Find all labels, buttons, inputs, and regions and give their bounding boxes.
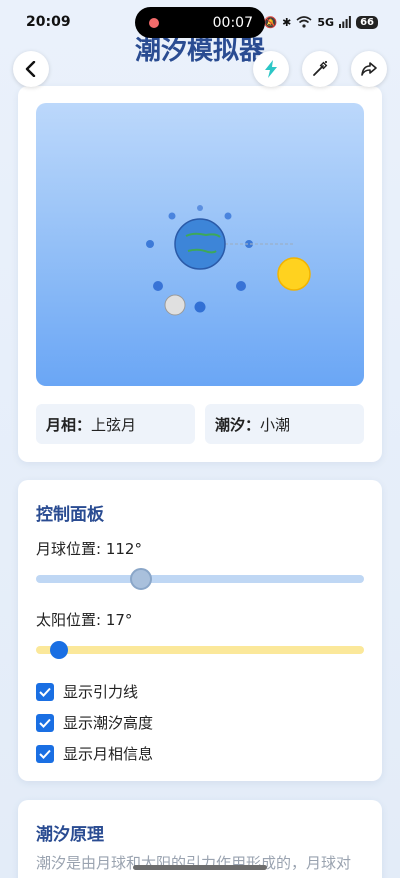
show-moon-phase-option[interactable]: 显示月相信息 <box>36 743 153 764</box>
battery-icon: 66 <box>356 15 378 29</box>
moon-phase-box: 月相： 上弦月 <box>36 404 195 444</box>
tide-label: 潮汐： <box>215 415 261 434</box>
tide-marker-left <box>146 240 154 248</box>
tide-box: 潮汐： 小潮 <box>205 404 364 444</box>
checkbox-label: 显示引力线 <box>63 683 139 701</box>
recording-time: 00:07 <box>212 14 253 31</box>
lightning-icon <box>265 60 277 78</box>
moon-position-slider[interactable] <box>36 575 364 583</box>
status-icons: 🔕 ✱ 5G 66 <box>263 15 378 29</box>
theory-title: 潮汐原理 <box>36 825 104 845</box>
mute-bell-icon: 🔕 <box>263 15 278 29</box>
tide-value: 小潮 <box>260 415 291 434</box>
show-tide-height-option[interactable]: 显示潮汐高度 <box>36 712 153 733</box>
moon <box>164 294 186 316</box>
sun-position-label: 太阳位置: 17° <box>36 611 133 629</box>
sun-slider-thumb[interactable] <box>50 641 68 659</box>
tide-marker-bottom <box>194 301 206 313</box>
checkbox-icon[interactable] <box>36 682 54 701</box>
sun <box>277 257 311 291</box>
show-gravity-lines-option[interactable]: 显示引力线 <box>36 681 138 702</box>
network-label: 5G <box>317 15 335 29</box>
checkbox-icon[interactable] <box>36 744 54 763</box>
simulation-canvas[interactable] <box>36 103 364 386</box>
tide-marker-top <box>197 205 203 211</box>
checkbox-label: 显示月相信息 <box>63 745 154 763</box>
signal-icon <box>339 16 351 28</box>
back-button[interactable] <box>13 51 49 87</box>
simulation-card: 月相： 上弦月 潮汐： 小潮 <box>18 86 382 462</box>
tide-marker-bottom-right <box>236 281 246 291</box>
wifi-icon <box>296 16 312 28</box>
bluetooth-icon: ✱ <box>282 15 292 29</box>
orbit-diagram <box>146 205 311 316</box>
record-dot-icon <box>149 17 159 28</box>
moon-slider-thumb[interactable] <box>130 568 152 590</box>
quick-action-button[interactable] <box>253 51 289 87</box>
moon-position-label: 月球位置: 112° <box>36 540 142 558</box>
recording-indicator[interactable]: 00:07 <box>135 7 265 38</box>
moon-phase-label: 月相： <box>46 415 92 434</box>
control-panel-title: 控制面板 <box>36 505 104 525</box>
chevron-left-icon <box>25 61 36 77</box>
moon-phase-value: 上弦月 <box>91 415 137 434</box>
checkbox-label: 显示潮汐高度 <box>63 714 154 732</box>
magic-wand-button[interactable] <box>302 51 338 87</box>
tide-marker-bottom-left <box>153 281 163 291</box>
sun-position-slider[interactable] <box>36 646 364 654</box>
control-panel-card: 控制面板 月球位置: 112° 太阳位置: 17° 显示引力线 显示潮汐高度 显… <box>18 480 382 781</box>
tide-marker-top-left <box>168 212 176 220</box>
share-button[interactable] <box>351 51 387 87</box>
tide-marker-top-right <box>224 212 232 220</box>
status-time: 20:09 <box>26 14 71 30</box>
home-indicator[interactable] <box>133 865 267 870</box>
earth <box>174 218 226 270</box>
share-icon <box>361 62 377 76</box>
magic-wand-icon <box>313 61 328 76</box>
checkbox-icon[interactable] <box>36 713 54 732</box>
